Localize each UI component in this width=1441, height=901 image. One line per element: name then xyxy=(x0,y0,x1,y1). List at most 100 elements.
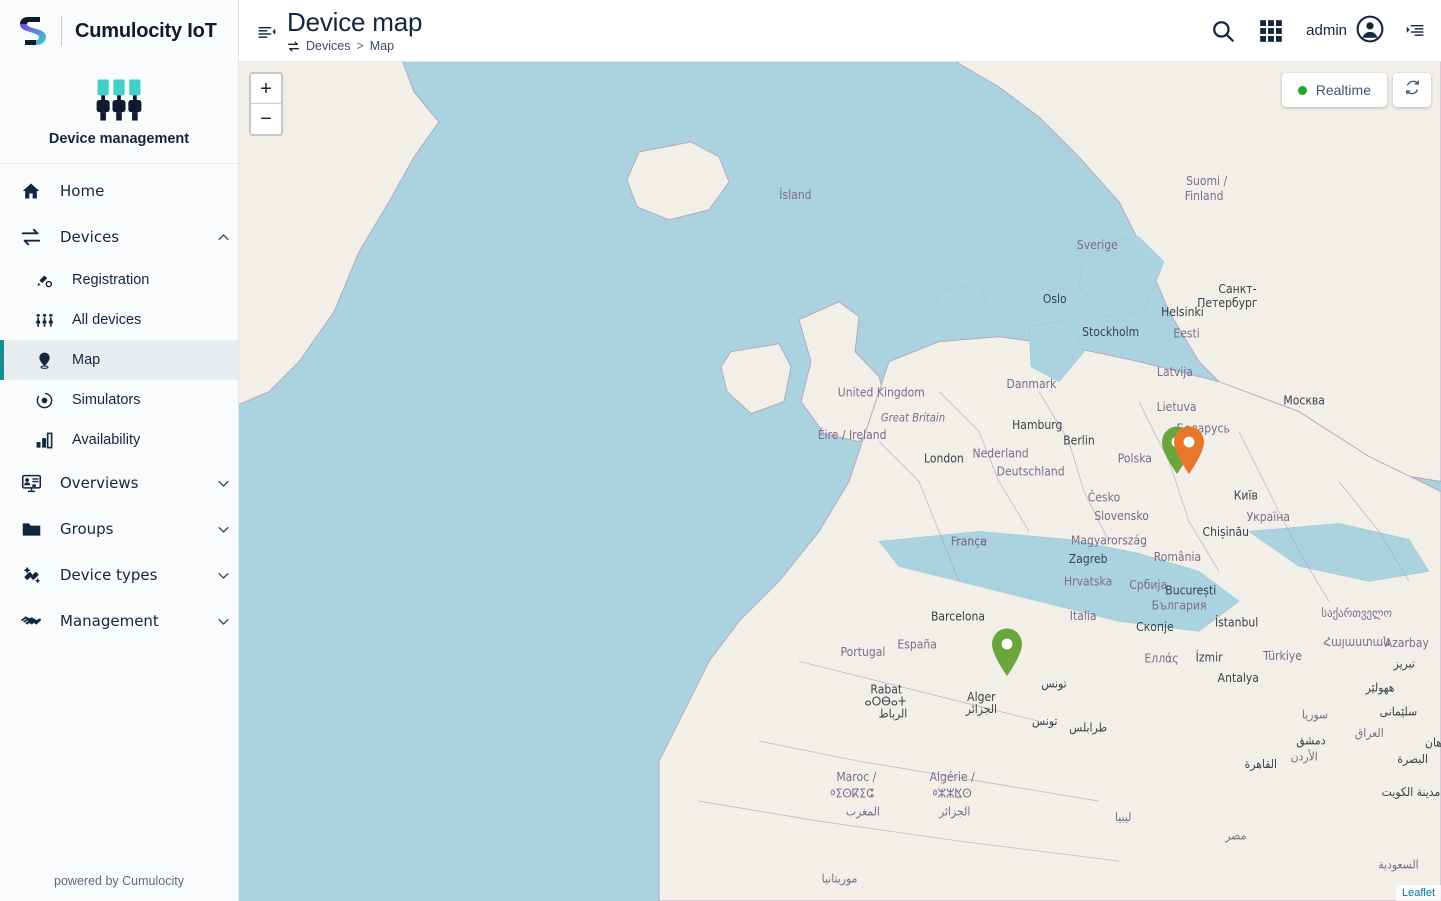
page-header: Device map Devices > Map admin xyxy=(239,0,1441,62)
application-identifier: Device management xyxy=(0,62,238,164)
chevron-down-icon[interactable] xyxy=(208,568,238,583)
map-city-label: London xyxy=(924,451,964,466)
brand-header[interactable]: Cumulocity IoT xyxy=(0,0,238,62)
sidebar-item-all-devices[interactable]: All devices xyxy=(0,300,238,340)
map-city-label: Stockholm xyxy=(1082,324,1139,339)
map-country-label: سوريا xyxy=(1302,707,1328,723)
app-switcher-icon[interactable] xyxy=(1258,18,1284,44)
sidebar-item-device-types-label: Device types xyxy=(60,566,158,584)
simulators-icon xyxy=(32,389,56,411)
map-city-label: ههولێر xyxy=(1365,680,1395,696)
sidebar-item-devices-label: Devices xyxy=(60,228,120,246)
device-marker-portugal-green[interactable] xyxy=(989,627,1025,682)
device-types-icon xyxy=(18,563,44,587)
map-country-label: Србија xyxy=(1129,577,1167,592)
map-pin-icon xyxy=(32,349,56,371)
map-country-label: Éire / Ireland xyxy=(818,426,887,442)
sidebar-item-availability[interactable]: Availability xyxy=(0,420,238,460)
zoom-out-button[interactable]: − xyxy=(251,104,281,134)
map-city-label: Zagreb xyxy=(1069,551,1108,566)
map-city-label: مدينة الكويت xyxy=(1382,784,1441,800)
chevron-down-icon[interactable] xyxy=(208,614,238,629)
brand-divider xyxy=(61,16,62,46)
map-country-label: Ísland xyxy=(779,186,811,202)
sidebar-item-registration-label: Registration xyxy=(72,272,150,288)
map-country-label: Magyarország xyxy=(1071,533,1147,548)
right-drawer-toggle-icon[interactable] xyxy=(1406,21,1425,40)
folder-icon xyxy=(18,517,44,541)
map-country-label: Hrvatska xyxy=(1064,574,1112,589)
map-country-label: Danmark xyxy=(1007,376,1057,391)
map-city-label: سلێمانی xyxy=(1380,704,1418,719)
map-city-label: Rabat xyxy=(870,682,902,697)
map-country-label: България xyxy=(1152,598,1207,613)
map-country-label: الأردن xyxy=(1291,749,1318,765)
breadcrumb-current[interactable]: Map xyxy=(370,39,394,53)
map-city-label: Berlin xyxy=(1063,433,1094,448)
map-country-label: Հայաստան xyxy=(1323,634,1390,649)
map-city-label: الرباط xyxy=(879,706,908,722)
search-icon[interactable] xyxy=(1210,18,1236,44)
sidebar-item-simulators[interactable]: Simulators xyxy=(0,380,238,420)
map-country-label: Portugal xyxy=(840,645,885,660)
map-country-label: France xyxy=(951,534,987,549)
sidebar-item-management-label: Management xyxy=(60,612,159,630)
device-map[interactable]: Ísland Suomi / Finland Sverige Eesti Latvija L… xyxy=(239,62,1441,901)
map-city-label: Петербург xyxy=(1197,295,1257,310)
sidebar-item-management[interactable]: Management xyxy=(0,598,238,644)
sidebar: Cumulocity IoT Device management Home De… xyxy=(0,0,239,901)
map-tools: Realtime xyxy=(1281,73,1431,107)
map-country-label: الجزائر xyxy=(938,804,970,820)
zoom-in-button[interactable]: + xyxy=(251,74,281,104)
device-management-icon xyxy=(0,72,238,128)
application-label: Device management xyxy=(48,131,190,147)
breadcrumb: Devices > Map xyxy=(287,39,422,53)
map-country-label: United Kingdom xyxy=(838,385,925,400)
map-country-label: مصر xyxy=(1224,828,1246,844)
map-city-label: البصرة xyxy=(1397,752,1428,768)
map-country-label: საქართველო xyxy=(1321,605,1392,620)
map-country-label: السعودية xyxy=(1378,857,1418,873)
map-city-label: Москва xyxy=(1283,393,1325,408)
page-title-block: Device map Devices > Map xyxy=(287,8,422,54)
reload-button[interactable] xyxy=(1393,73,1431,107)
chevron-down-icon[interactable] xyxy=(208,522,238,537)
breadcrumb-root[interactable]: Devices xyxy=(306,39,350,53)
overviews-icon xyxy=(18,471,44,495)
realtime-toggle-button[interactable]: Realtime xyxy=(1281,73,1387,107)
collapse-sidebar-icon[interactable] xyxy=(253,20,279,46)
map-country-label: المغرب xyxy=(846,804,880,820)
map-city-label: طرابلس xyxy=(1069,720,1107,736)
map-city-label: București xyxy=(1165,583,1216,598)
sidebar-item-map[interactable]: Map xyxy=(0,340,238,380)
reload-icon xyxy=(1404,79,1421,101)
device-marker-germany-orange[interactable] xyxy=(1171,425,1207,480)
sidebar-item-registration[interactable]: Registration xyxy=(0,260,238,300)
sidebar-navigation: Home Devices Registration All devices Ma… xyxy=(0,164,238,861)
map-city-label: Antalya xyxy=(1218,671,1259,686)
map-city-label: İzmir xyxy=(1196,649,1223,665)
map-city-label: Oslo xyxy=(1043,292,1067,307)
map-city-label: Київ xyxy=(1234,488,1258,503)
user-menu[interactable]: admin xyxy=(1306,15,1384,47)
realtime-label: Realtime xyxy=(1315,82,1371,98)
sidebar-item-overviews[interactable]: Overviews xyxy=(0,460,238,506)
map-labels: Ísland Suomi / Finland Sverige Eesti Latvija L… xyxy=(239,62,1441,901)
devices-icon xyxy=(287,40,300,53)
map-country-label: Slovensko xyxy=(1094,509,1149,524)
chevron-up-icon[interactable] xyxy=(208,230,238,245)
map-country-label: العراق xyxy=(1355,726,1384,742)
map-city-label: Скопје xyxy=(1136,619,1174,634)
sidebar-item-devices[interactable]: Devices xyxy=(0,214,238,260)
sidebar-item-simulators-label: Simulators xyxy=(72,392,141,408)
map-city-label: تبریز xyxy=(1393,656,1415,672)
map-country-label: Suomi / xyxy=(1186,173,1227,188)
sidebar-item-home[interactable]: Home xyxy=(0,168,238,214)
chevron-down-icon[interactable] xyxy=(208,476,238,491)
map-attribution[interactable]: Leaflet xyxy=(1395,885,1441,901)
sidebar-item-device-types[interactable]: Device types xyxy=(0,552,238,598)
map-country-label: România xyxy=(1154,550,1201,565)
sidebar-item-groups[interactable]: Groups xyxy=(0,506,238,552)
map-city-label: دمشق xyxy=(1296,733,1325,749)
application-root: Cumulocity IoT Device management Home De… xyxy=(0,0,1441,901)
